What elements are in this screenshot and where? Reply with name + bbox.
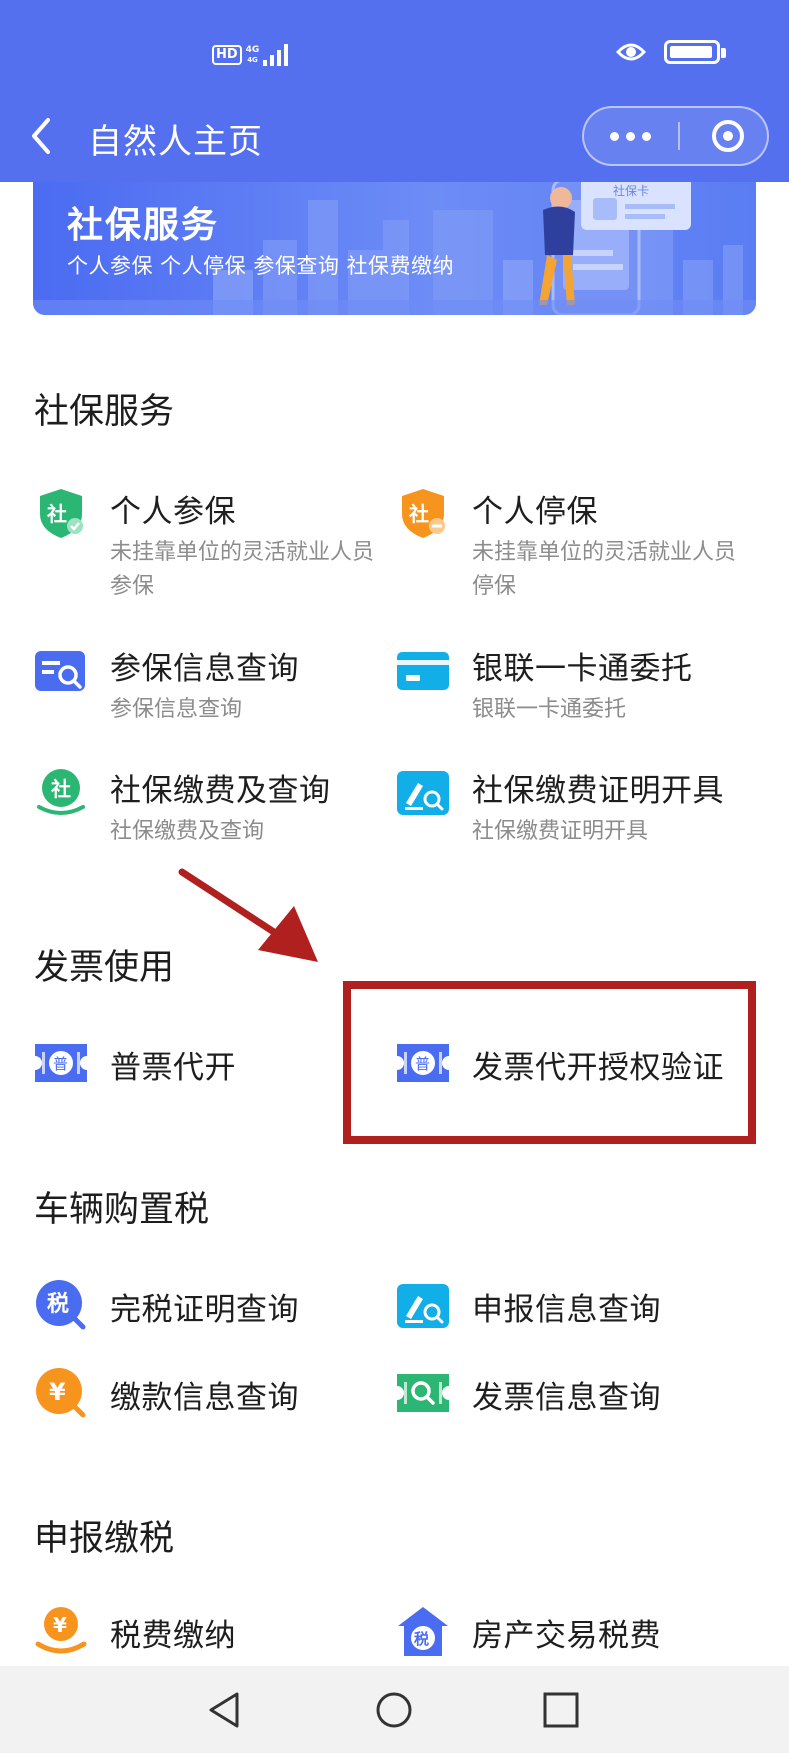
item-desc: 社保缴费及查询 bbox=[110, 819, 265, 844]
item-payment-query[interactable]: ¥ 缴款信息查询 bbox=[34, 1366, 334, 1426]
tax-search-icon: 税 bbox=[36, 1280, 86, 1330]
svg-text:¥: ¥ bbox=[53, 1613, 67, 1637]
battery-icon bbox=[664, 40, 726, 64]
section-title-invoice: 发票使用 bbox=[34, 948, 175, 988]
status-right bbox=[616, 40, 726, 64]
item-invoice-info-query[interactable]: 发票信息查询 bbox=[396, 1366, 756, 1426]
close-button[interactable] bbox=[712, 120, 744, 152]
item-enroll-query[interactable]: 参保信息查询 参保信息查询 bbox=[34, 643, 374, 733]
edit-search-icon bbox=[397, 1284, 449, 1328]
item-title: 税费缴纳 bbox=[110, 1618, 236, 1654]
ticket-search-icon bbox=[397, 1374, 449, 1412]
status-network: HD 4G 4G bbox=[212, 44, 289, 66]
banner-subtitle: 个人参保 个人停保 参保查询 社保费缴纳 bbox=[67, 254, 455, 278]
yen-search-icon: ¥ bbox=[36, 1368, 86, 1418]
item-general-invoice[interactable]: 普 普票代开 bbox=[34, 1036, 334, 1096]
item-personal-enroll[interactable]: 社 个人参保 未挂靠单位的灵活就业人员参保 bbox=[34, 486, 374, 606]
edit-search-icon bbox=[397, 771, 449, 815]
svg-text:社: 社 bbox=[50, 777, 71, 801]
item-property-tax[interactable]: 税 房产交易税费 bbox=[396, 1604, 756, 1664]
item-tax-certificate-query[interactable]: 税 完税证明查询 bbox=[34, 1278, 334, 1338]
house-tax-icon: 税 bbox=[398, 1607, 448, 1656]
svg-text:税: 税 bbox=[414, 1630, 429, 1648]
item-title: 个人停保 bbox=[472, 494, 598, 530]
more-dots-icon bbox=[609, 131, 619, 141]
item-declaration-query[interactable]: 申报信息查询 bbox=[396, 1278, 756, 1338]
item-social-pay[interactable]: 社 社保缴费及查询 社保缴费及查询 bbox=[34, 765, 374, 855]
shield-social-green-icon: 社 bbox=[40, 489, 83, 538]
mini-program-close-icon bbox=[723, 131, 733, 141]
bank-card-icon bbox=[397, 652, 449, 690]
item-desc: 参保信息查询 bbox=[110, 697, 243, 722]
item-desc: 未挂靠单位的灵活就业人员参保 bbox=[110, 540, 375, 599]
square-recent-icon[interactable] bbox=[541, 1690, 581, 1730]
svg-text:税: 税 bbox=[47, 1291, 69, 1317]
section-title-social: 社保服务 bbox=[34, 392, 175, 432]
item-title: 银联一卡通委托 bbox=[472, 651, 693, 687]
item-title: 社保缴费证明开具 bbox=[472, 773, 724, 809]
triangle-back-icon[interactable] bbox=[205, 1690, 245, 1730]
item-social-certificate[interactable]: 社保缴费证明开具 社保缴费证明开具 bbox=[396, 765, 756, 855]
capsule-divider bbox=[678, 122, 680, 150]
banner-title: 社保服务 bbox=[67, 205, 220, 246]
hd-badge: HD bbox=[212, 45, 242, 65]
item-title: 完税证明查询 bbox=[110, 1292, 299, 1328]
social-pay-icon: 社 bbox=[37, 769, 85, 815]
page-title: 自然人主页 bbox=[88, 122, 263, 162]
svg-text:社: 社 bbox=[408, 502, 429, 526]
mini-program-capsule bbox=[582, 106, 769, 166]
network-label: 4G 4G bbox=[245, 45, 260, 64]
item-desc: 未挂靠单位的灵活就业人员停保 bbox=[472, 540, 737, 599]
item-title: 申报信息查询 bbox=[472, 1292, 661, 1328]
back-arrow-icon bbox=[32, 118, 50, 154]
section-title-declare-tax: 申报缴税 bbox=[34, 1519, 175, 1559]
shield-social-orange-icon: 社 bbox=[402, 489, 445, 538]
list-search-icon bbox=[35, 651, 85, 691]
item-title: 社保缴费及查询 bbox=[110, 773, 331, 809]
svg-text:社: 社 bbox=[46, 502, 67, 526]
more-button[interactable] bbox=[584, 108, 676, 164]
card-text: 社保卡 bbox=[613, 183, 649, 198]
item-title: 参保信息查询 bbox=[110, 651, 299, 687]
item-title: 普票代开 bbox=[110, 1050, 236, 1086]
top-header: HD 4G 4G 自然人主页 bbox=[0, 0, 789, 182]
item-title: 房产交易税费 bbox=[472, 1618, 661, 1654]
system-nav-bar bbox=[0, 1666, 789, 1753]
section-title-vehicle-tax: 车辆购置税 bbox=[34, 1190, 210, 1230]
item-title: 发票信息查询 bbox=[472, 1380, 661, 1416]
item-title: 缴款信息查询 bbox=[110, 1380, 299, 1416]
signal-icon bbox=[263, 44, 289, 66]
svg-text:¥: ¥ bbox=[49, 1378, 66, 1406]
item-desc: 银联一卡通委托 bbox=[472, 697, 627, 722]
svg-text:普: 普 bbox=[53, 1055, 68, 1073]
item-desc: 社保缴费证明开具 bbox=[472, 819, 649, 844]
eye-icon bbox=[616, 43, 646, 61]
annotation-highlight-box bbox=[343, 981, 756, 1144]
item-personal-stop[interactable]: 社 个人停保 未挂靠单位的灵活就业人员停保 bbox=[396, 486, 756, 606]
back-button[interactable] bbox=[26, 116, 60, 156]
ticket-icon: 普 bbox=[35, 1044, 87, 1082]
item-unionpay-card[interactable]: 银联一卡通委托 银联一卡通委托 bbox=[396, 643, 756, 733]
item-tax-payment[interactable]: ¥ 税费缴纳 bbox=[34, 1604, 334, 1664]
yen-hand-icon: ¥ bbox=[35, 1607, 87, 1654]
item-title: 个人参保 bbox=[110, 494, 236, 530]
annotation-arrow bbox=[178, 868, 318, 962]
circle-home-icon[interactable] bbox=[374, 1690, 414, 1730]
